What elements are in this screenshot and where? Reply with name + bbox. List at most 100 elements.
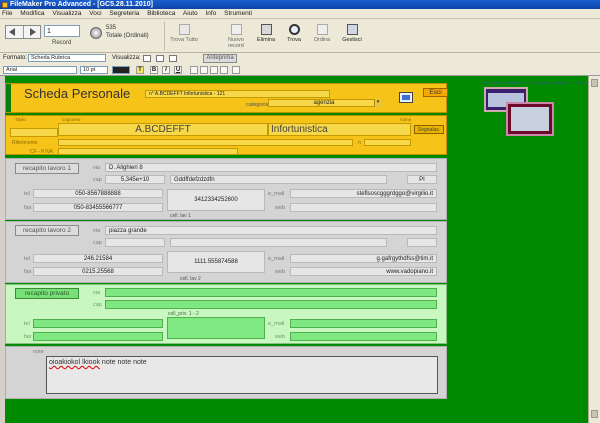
work1-web-label: web bbox=[275, 205, 286, 211]
record-number-input[interactable]: 1 bbox=[44, 25, 80, 37]
sort-button[interactable]: Ordina bbox=[306, 22, 338, 52]
view-table-icon[interactable] bbox=[169, 55, 177, 62]
menu-modifica[interactable]: Modifica bbox=[20, 10, 44, 17]
record-slider-icon[interactable] bbox=[90, 27, 102, 39]
work1-mobile-field[interactable]: 3412334252600 bbox=[167, 189, 265, 211]
work1-cap-field[interactable]: 5,345e+10 bbox=[105, 175, 165, 184]
layout-select[interactable]: Scheda Rubrica bbox=[28, 54, 106, 62]
italic-button[interactable]: I bbox=[162, 66, 170, 74]
notes-flag-button[interactable]: Segnalaz. bbox=[414, 125, 444, 134]
scroll-up-icon[interactable] bbox=[591, 79, 598, 87]
work2-tel-field[interactable]: 246.21584 bbox=[33, 254, 163, 263]
work2-button[interactable]: recapito lavoro 2 bbox=[15, 225, 79, 236]
work2-city-field[interactable] bbox=[170, 238, 387, 247]
work1-city-field[interactable]: Gddffdefzdzdfn bbox=[170, 175, 387, 184]
window-switch-glyph bbox=[402, 95, 410, 100]
private-fax-label: fax bbox=[24, 334, 32, 340]
private-email-field[interactable] bbox=[290, 319, 437, 328]
private-city-field[interactable] bbox=[105, 300, 437, 309]
align-left-button[interactable] bbox=[190, 66, 198, 74]
work2-email-field[interactable]: g.gafrgythdfss@tim.it bbox=[290, 254, 437, 263]
surname-field[interactable]: A.BCDEFFT bbox=[58, 123, 268, 136]
private-cap-label: cap bbox=[93, 302, 102, 308]
show-all-button[interactable]: Trova Tutto bbox=[168, 22, 200, 52]
exit-button[interactable]: Esci bbox=[423, 88, 448, 97]
delete-record-icon bbox=[260, 24, 272, 35]
work1-tel-field[interactable]: 050-8567888888 bbox=[33, 189, 163, 198]
toolbar-separator bbox=[164, 22, 165, 50]
work1-province-field[interactable]: PI bbox=[407, 175, 437, 184]
work2-cap-field[interactable] bbox=[105, 238, 165, 247]
scroll-down-icon[interactable] bbox=[591, 410, 598, 418]
view-label: Visualizza: bbox=[112, 55, 141, 61]
notes-misspelled-text: oioakiokol lkiook bbox=[49, 359, 100, 366]
manage-button[interactable]: Gestisci bbox=[336, 22, 368, 52]
n-field[interactable] bbox=[364, 139, 411, 146]
work1-tel-label: tel bbox=[24, 191, 30, 197]
record-id-field[interactable]: n° A.BCDEFFT Infortunistica - 121 bbox=[145, 90, 330, 98]
underline-button[interactable]: U bbox=[174, 66, 182, 74]
work1-web-field[interactable] bbox=[290, 203, 437, 212]
private-mobile-field[interactable] bbox=[167, 317, 265, 339]
work2-web-field[interactable]: www.vadopiano.it bbox=[290, 267, 437, 276]
notes-textarea[interactable]: oioakiokol lkiook note note note bbox=[46, 356, 438, 394]
window-switch-icon[interactable] bbox=[399, 92, 413, 103]
vertical-scrollbar[interactable] bbox=[588, 76, 600, 423]
menu-segreteria[interactable]: Segreteria bbox=[109, 10, 139, 17]
sort-icon bbox=[316, 24, 328, 35]
private-button[interactable]: recapito privato bbox=[15, 288, 79, 299]
prev-record-icon[interactable] bbox=[9, 28, 15, 36]
layout-bar: Formato: Scheda Rubrica Visualizza: Ante… bbox=[0, 53, 600, 64]
menu-strumenti[interactable]: Strumenti bbox=[224, 10, 252, 17]
private-email-label: e_mail bbox=[268, 321, 285, 327]
menu-file[interactable]: File bbox=[2, 10, 12, 17]
view-list-icon[interactable] bbox=[156, 55, 164, 62]
record-navigator[interactable] bbox=[5, 25, 41, 39]
menu-info[interactable]: Info bbox=[206, 10, 217, 17]
text-color-select[interactable] bbox=[112, 66, 130, 74]
font-select[interactable]: Arial bbox=[3, 66, 77, 74]
font-size-select[interactable]: 10 pt bbox=[80, 66, 108, 74]
work1-fax-label: fax bbox=[24, 205, 32, 211]
chevron-down-icon[interactable]: ▾ bbox=[374, 99, 381, 107]
bold-button[interactable]: B bbox=[150, 66, 158, 74]
tax-id-field[interactable] bbox=[58, 148, 238, 155]
found-status: Totale (Ordinati) bbox=[106, 33, 149, 39]
thumb-content bbox=[511, 107, 549, 131]
firstname-field[interactable]: Infortunistica bbox=[268, 123, 411, 136]
highlight-text-button[interactable]: T bbox=[136, 66, 144, 74]
window-thumb-caption: ... GCProjects - DeskCen ... GCProjects … bbox=[478, 80, 588, 85]
work1-button[interactable]: recapito lavoro 1 bbox=[15, 163, 79, 174]
align-right-button[interactable] bbox=[210, 66, 218, 74]
align-justify-button[interactable] bbox=[220, 66, 228, 74]
next-record-icon[interactable] bbox=[30, 28, 36, 36]
menu-aiuto[interactable]: Aiuto bbox=[183, 10, 198, 17]
window-thumb-2[interactable] bbox=[506, 102, 554, 136]
work1-address-field[interactable]: D. Alighieri 8 bbox=[105, 163, 437, 172]
work2-address-label: via bbox=[93, 228, 101, 234]
line-spacing-button[interactable] bbox=[232, 66, 240, 74]
work2-mobile-field[interactable]: 1111.555874588 bbox=[167, 251, 265, 273]
manage-icon bbox=[346, 24, 358, 35]
private-web-field[interactable] bbox=[290, 332, 437, 341]
private-tel-field[interactable] bbox=[33, 319, 163, 328]
private-fax-field[interactable] bbox=[33, 332, 163, 341]
work2-fax-field[interactable]: 0215.25568 bbox=[33, 267, 163, 276]
preview-button[interactable]: Anteprima bbox=[203, 54, 237, 63]
align-center-button[interactable] bbox=[200, 66, 208, 74]
reference-field[interactable] bbox=[58, 139, 353, 146]
work1-email-field[interactable]: steflsoscgggrdggo@virgilio.it bbox=[290, 189, 437, 198]
work2-province-field[interactable] bbox=[407, 238, 437, 247]
menu-biblioteca[interactable]: Biblioteca bbox=[147, 10, 175, 17]
new-record-button[interactable]: Nuovo record bbox=[220, 22, 252, 52]
category-select[interactable]: agenzia bbox=[268, 99, 380, 107]
view-form-icon[interactable] bbox=[143, 55, 151, 62]
work1-fax-field[interactable]: 050-83455566777 bbox=[33, 203, 163, 212]
work2-address-field[interactable]: piazza grande bbox=[105, 226, 437, 235]
menu-voci[interactable]: Voci bbox=[89, 10, 101, 17]
title-field[interactable] bbox=[10, 128, 58, 137]
menu-visualizza[interactable]: Visualizza bbox=[52, 10, 81, 17]
private-address-field[interactable] bbox=[105, 288, 437, 297]
surname-label: cognome bbox=[62, 117, 81, 122]
tax-id-label: CF - P.IVA bbox=[30, 149, 53, 155]
